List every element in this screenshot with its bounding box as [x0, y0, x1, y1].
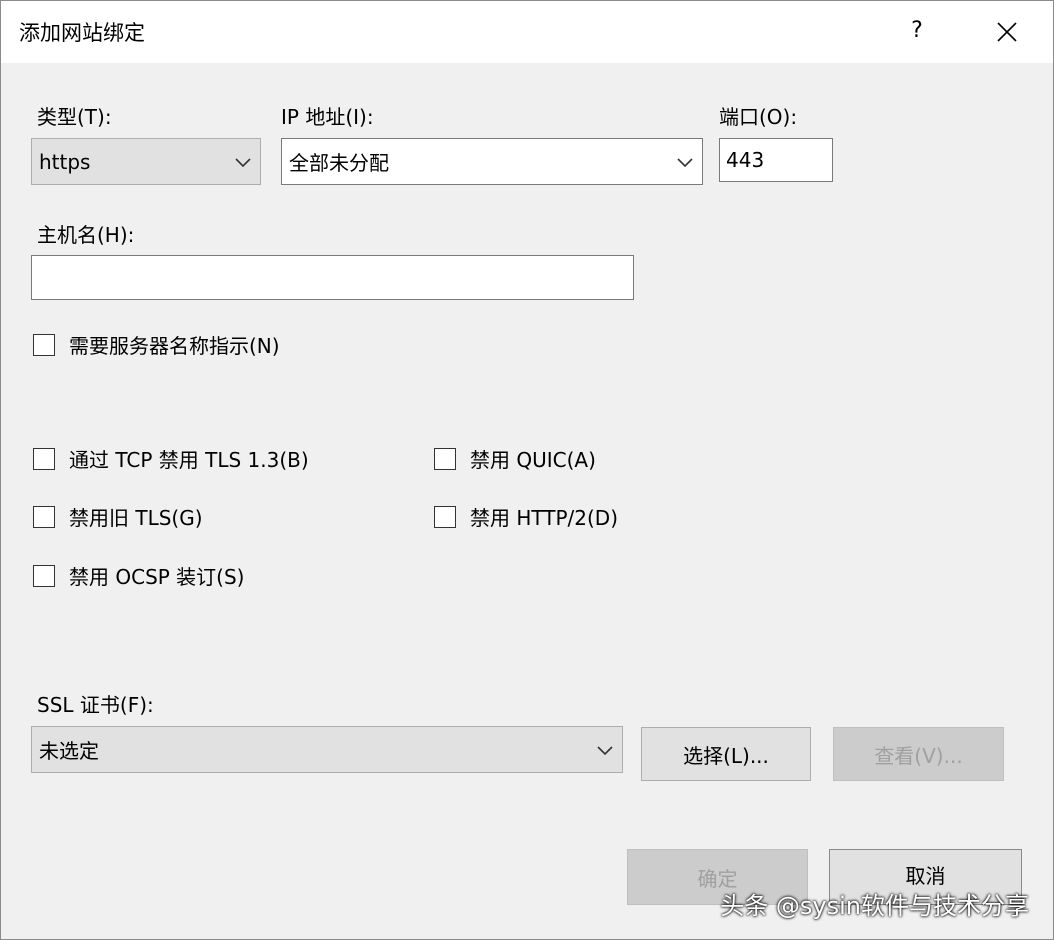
ssl-certificate-label: SSL 证书(F): [37, 693, 154, 717]
disable-http2-checkbox[interactable]: 禁用 HTTP/2(D) [434, 502, 618, 531]
ssl-certificate-value: 未选定 [39, 739, 99, 763]
watermark-text: 头条 @sysin软件与技术分享 [720, 892, 1029, 920]
hostname-label: 主机名(H): [37, 223, 135, 247]
chevron-down-icon [677, 157, 693, 167]
ip-address-label: IP 地址(I): [281, 105, 374, 129]
hostname-input[interactable] [31, 255, 634, 300]
add-site-binding-dialog: 添加网站绑定 ? 类型(T): https IP 地址(I): 全部未分配 端口… [0, 0, 1054, 940]
dialog-title: 添加网站绑定 [19, 21, 145, 45]
close-button[interactable] [983, 9, 1031, 53]
port-input[interactable]: 443 [719, 138, 833, 182]
type-label: 类型(T): [37, 105, 112, 129]
chevron-down-icon [597, 745, 613, 755]
checkbox-box[interactable] [33, 447, 55, 470]
checkbox-box[interactable] [434, 505, 456, 528]
checkbox-box[interactable] [33, 333, 55, 356]
port-label: 端口(O): [719, 105, 798, 129]
disable-ocsp-label: 禁用 OCSP 装订(S) [69, 565, 245, 589]
sni-checkbox[interactable]: 需要服务器名称指示(N) [33, 330, 280, 359]
select-certificate-button[interactable]: 选择(L)... [641, 727, 811, 781]
disable-http2-label: 禁用 HTTP/2(D) [470, 506, 619, 530]
disable-legacy-tls-checkbox[interactable]: 禁用旧 TLS(G) [33, 502, 203, 531]
checkbox-box[interactable] [33, 564, 55, 587]
view-certificate-button[interactable]: 查看(V)... [833, 727, 1004, 781]
sni-label: 需要服务器名称指示(N) [69, 334, 280, 358]
ssl-certificate-dropdown[interactable]: 未选定 [31, 726, 623, 773]
checkbox-box[interactable] [33, 505, 55, 528]
chevron-down-icon [235, 157, 251, 167]
disable-legacy-tls-label: 禁用旧 TLS(G) [69, 506, 203, 530]
disable-quic-label: 禁用 QUIC(A) [470, 448, 596, 472]
disable-quic-checkbox[interactable]: 禁用 QUIC(A) [434, 444, 596, 473]
checkbox-box[interactable] [434, 447, 456, 470]
ip-address-value: 全部未分配 [289, 151, 389, 175]
close-icon [997, 21, 1017, 42]
disable-ocsp-checkbox[interactable]: 禁用 OCSP 装订(S) [33, 561, 244, 590]
disable-tls13-tcp-label: 通过 TCP 禁用 TLS 1.3(B) [69, 448, 309, 472]
disable-tls13-tcp-checkbox[interactable]: 通过 TCP 禁用 TLS 1.3(B) [33, 444, 309, 473]
help-button[interactable]: ? [895, 9, 939, 53]
ip-address-dropdown[interactable]: 全部未分配 [281, 138, 703, 185]
type-value: https [39, 149, 91, 174]
title-bar: 添加网站绑定 ? [1, 1, 1053, 63]
type-dropdown[interactable]: https [31, 138, 261, 185]
